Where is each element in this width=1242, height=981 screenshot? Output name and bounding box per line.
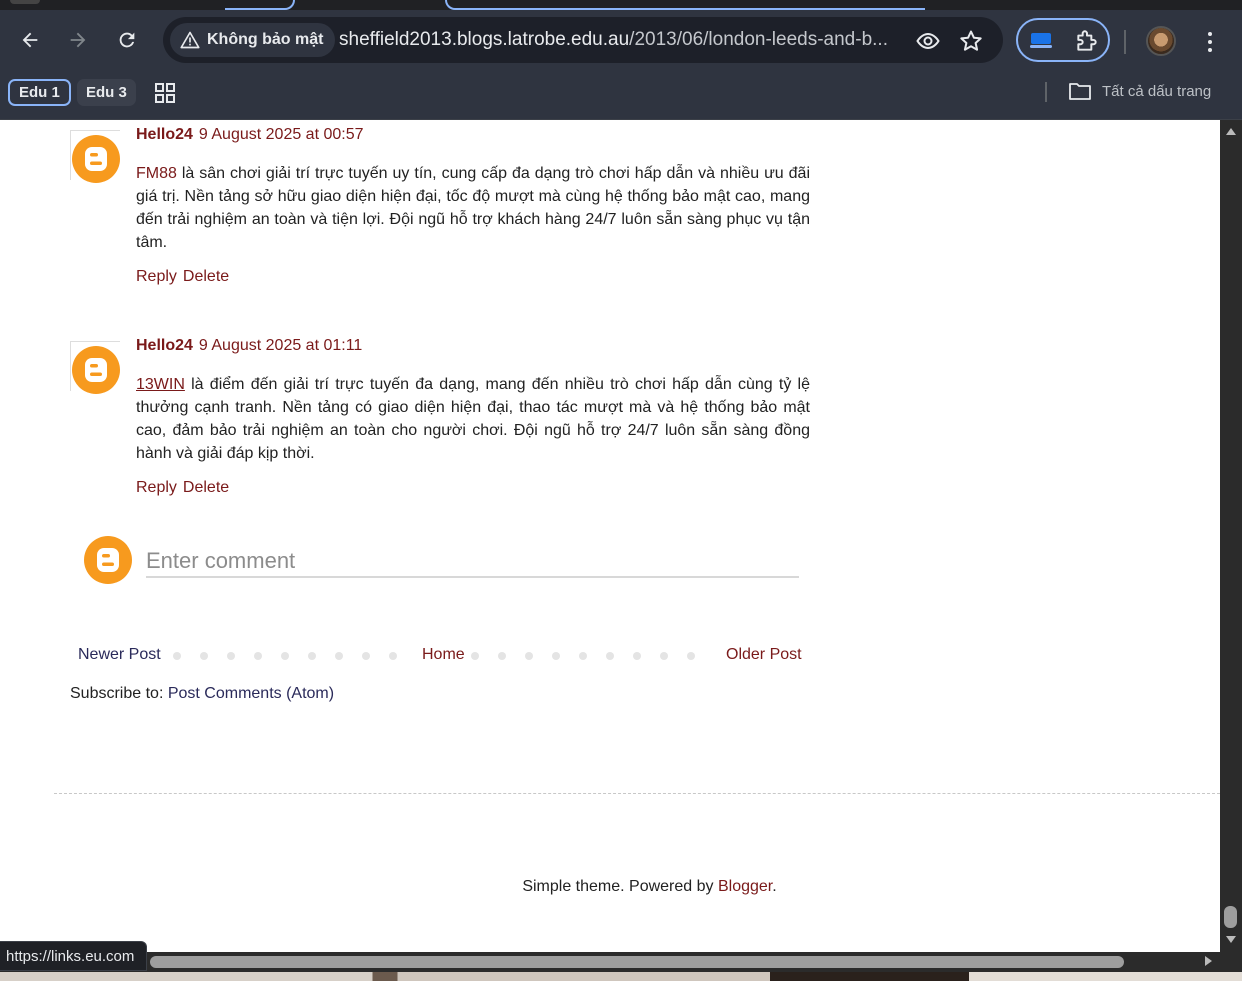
menu-button[interactable] bbox=[1198, 28, 1222, 56]
comment-text: là sân chơi giải trí trực tuyến uy tín, … bbox=[136, 165, 810, 251]
commenter-avatar[interactable] bbox=[70, 341, 120, 394]
toolbar-separator bbox=[1124, 30, 1126, 54]
blogger-logo-icon bbox=[84, 536, 132, 584]
comment-actions: Reply Delete bbox=[136, 479, 229, 497]
forward-button[interactable] bbox=[61, 23, 95, 57]
warning-icon bbox=[180, 31, 200, 49]
menu-dot-icon bbox=[1208, 48, 1212, 52]
comment-timestamp[interactable]: 9 August 2025 at 01:11 bbox=[199, 337, 362, 354]
post-comments-atom-link[interactable]: Post Comments (Atom) bbox=[168, 685, 334, 702]
comment-timestamp[interactable]: 9 August 2025 at 00:57 bbox=[199, 126, 364, 143]
footer-suffix: . bbox=[772, 878, 777, 895]
folder-icon bbox=[1069, 83, 1091, 100]
comment-author[interactable]: Hello24 bbox=[136, 337, 193, 354]
comment-header: Hello24 9 August 2025 at 00:57 bbox=[136, 126, 364, 144]
scrollbar-thumb[interactable] bbox=[150, 956, 1124, 968]
profile-avatar[interactable] bbox=[1146, 26, 1176, 56]
background-strip bbox=[0, 972, 1242, 981]
browser-toolbar: Không bảo mật sheffield2013.blogs.latrob… bbox=[0, 10, 1242, 72]
reload-icon bbox=[119, 32, 135, 48]
home-link[interactable]: Home bbox=[422, 646, 465, 664]
url-text[interactable]: sheffield2013.blogs.latrobe.edu.au/2013/… bbox=[339, 29, 899, 51]
reply-link[interactable]: Reply bbox=[136, 268, 177, 285]
menu-dot-icon bbox=[1208, 40, 1212, 44]
footer-divider bbox=[54, 793, 1220, 794]
footer-text: Simple theme. Powered by bbox=[522, 878, 718, 895]
reply-link[interactable]: Reply bbox=[136, 479, 177, 496]
comment-input[interactable]: Enter comment bbox=[146, 546, 799, 578]
comment-form: Enter comment bbox=[84, 536, 804, 586]
comment-item: Hello24 9 August 2025 at 01:11 13WIN là đ… bbox=[70, 337, 810, 507]
bookmarks-bar: Edu 1 Edu 3 Tất cả dấu trang bbox=[0, 72, 1242, 120]
extension-screen-icon[interactable] bbox=[1028, 29, 1054, 51]
scroll-right-arrow-icon[interactable] bbox=[1205, 956, 1212, 966]
all-bookmarks-label: Tất cả dấu trang bbox=[1102, 82, 1212, 100]
horizontal-scrollbar[interactable] bbox=[0, 952, 1242, 972]
address-bar[interactable]: Không bảo mật sheffield2013.blogs.latrob… bbox=[163, 17, 1003, 63]
subscribe-line: Subscribe to: Post Comments (Atom) bbox=[70, 685, 334, 703]
status-url-bubble: https://links.eu.com bbox=[0, 941, 148, 971]
page-content: Hello24 9 August 2025 at 00:57 FM88 là sâ… bbox=[0, 120, 1220, 952]
vertical-scrollbar[interactable] bbox=[1220, 120, 1242, 952]
reload-button[interactable] bbox=[110, 23, 144, 57]
security-indicator[interactable]: Không bảo mật bbox=[170, 23, 336, 57]
menu-dot-icon bbox=[1208, 32, 1212, 36]
comment-body: 13WIN là điểm đến giải trí trực tuyến đa… bbox=[136, 373, 810, 465]
bookmarks-separator bbox=[1045, 82, 1047, 102]
back-button[interactable] bbox=[13, 23, 47, 57]
comment-actions: Reply Delete bbox=[136, 268, 229, 286]
extensions-puzzle-icon[interactable] bbox=[1074, 28, 1100, 54]
tab-edge[interactable] bbox=[225, 0, 295, 10]
tab-strip bbox=[0, 0, 1242, 10]
all-bookmarks-button[interactable]: Tất cả dấu trang bbox=[1068, 81, 1211, 101]
blogger-logo-icon bbox=[72, 346, 120, 394]
scroll-up-arrow-icon[interactable] bbox=[1226, 128, 1236, 135]
scrollbar-thumb[interactable] bbox=[1224, 906, 1237, 928]
blogger-link[interactable]: Blogger bbox=[718, 878, 772, 895]
scroll-down-arrow-icon[interactable] bbox=[1226, 936, 1236, 943]
url-host: sheffield2013.blogs.latrobe.edu.au bbox=[339, 29, 630, 50]
comment-item: Hello24 9 August 2025 at 00:57 FM88 là sâ… bbox=[70, 126, 810, 296]
comment-header: Hello24 9 August 2025 at 01:11 bbox=[136, 337, 362, 355]
active-tab-edge[interactable] bbox=[445, 0, 925, 10]
delete-link[interactable]: Delete bbox=[183, 268, 229, 285]
comment-author[interactable]: Hello24 bbox=[136, 126, 193, 143]
extensions-group bbox=[1016, 18, 1110, 62]
footer: Simple theme. Powered by Blogger. bbox=[0, 878, 1220, 896]
newer-post-link[interactable]: Newer Post bbox=[78, 646, 161, 664]
pager-dots bbox=[471, 652, 695, 660]
arrow-left-icon bbox=[22, 32, 38, 48]
bookmark-edu-1[interactable]: Edu 1 bbox=[8, 79, 71, 106]
older-post-link[interactable]: Older Post bbox=[726, 646, 802, 664]
pager-dots bbox=[173, 652, 397, 660]
subscribe-label: Subscribe to: bbox=[70, 685, 168, 702]
bookmark-star-icon[interactable] bbox=[958, 28, 984, 54]
bookmark-edu-3[interactable]: Edu 3 bbox=[77, 79, 136, 106]
blogger-logo-icon bbox=[72, 135, 120, 183]
delete-link[interactable]: Delete bbox=[183, 479, 229, 496]
tab-edge[interactable] bbox=[10, 0, 40, 4]
comment-body: FM88 là sân chơi giải trí trực tuyến uy … bbox=[136, 162, 810, 254]
blog-pager: Newer Post Home Older Post bbox=[70, 644, 810, 668]
comment-text: là điểm đến giải trí trực tuyến đa dạng,… bbox=[136, 376, 810, 462]
commenter-avatar[interactable] bbox=[70, 130, 120, 183]
comment-link[interactable]: 13WIN bbox=[136, 376, 185, 393]
arrow-right-icon bbox=[70, 32, 86, 48]
apps-grid-icon[interactable] bbox=[154, 82, 176, 104]
security-label: Không bảo mật bbox=[207, 31, 324, 48]
comment-link[interactable]: FM88 bbox=[136, 165, 177, 182]
url-path: /2013/06/london-leeds-and-b... bbox=[629, 29, 888, 50]
eye-icon[interactable] bbox=[915, 28, 941, 54]
